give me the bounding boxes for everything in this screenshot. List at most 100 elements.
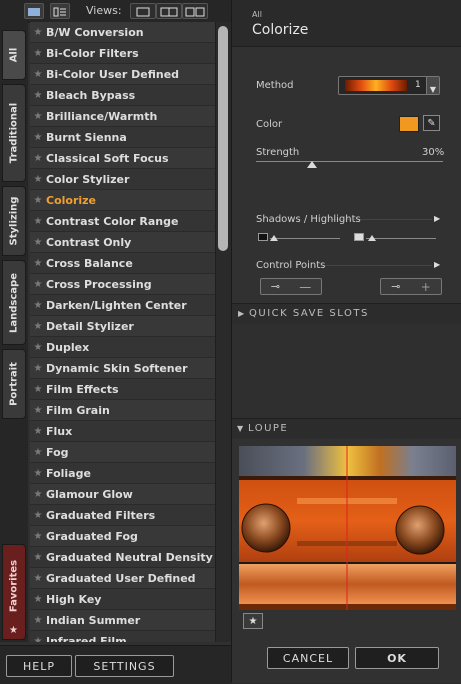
star-icon[interactable]: ★ bbox=[30, 216, 46, 227]
filter-item[interactable]: ★ Duplex bbox=[30, 337, 215, 358]
shadows-slider[interactable] bbox=[270, 238, 340, 239]
ok-button[interactable]: OK bbox=[355, 647, 439, 669]
star-icon[interactable]: ★ bbox=[30, 384, 46, 395]
star-icon[interactable]: ★ bbox=[30, 300, 46, 311]
star-icon[interactable]: ★ bbox=[30, 111, 46, 122]
star-icon[interactable]: ★ bbox=[30, 27, 46, 38]
filter-item[interactable]: ★ Infrared Film bbox=[30, 631, 215, 643]
color-swatch[interactable] bbox=[399, 116, 419, 132]
star-icon[interactable]: ★ bbox=[30, 342, 46, 353]
filter-item[interactable]: ★ Bi-Color User Defined bbox=[30, 64, 215, 85]
star-icon[interactable]: ★ bbox=[30, 237, 46, 248]
filter-item[interactable]: ★ Detail Stylizer bbox=[30, 316, 215, 337]
remove-control-point-icon[interactable]: — bbox=[299, 280, 311, 294]
filter-item[interactable]: ★ Film Grain bbox=[30, 400, 215, 421]
side-by-side-view-icon[interactable] bbox=[182, 3, 208, 19]
filter-list-scrollbar[interactable] bbox=[215, 22, 231, 642]
filter-item[interactable]: ★ Glamour Glow bbox=[30, 484, 215, 505]
eyedropper-icon[interactable]: ✎ bbox=[423, 115, 440, 131]
star-icon[interactable]: ★ bbox=[30, 468, 46, 479]
strength-slider-knob[interactable] bbox=[307, 161, 318, 168]
star-icon[interactable]: ★ bbox=[30, 174, 46, 185]
filter-item[interactable]: ★ Flux bbox=[30, 421, 215, 442]
star-icon[interactable]: ★ bbox=[30, 489, 46, 500]
tab-favorites[interactable]: Favorites ★ bbox=[2, 544, 26, 640]
shadows-slider-knob[interactable] bbox=[270, 235, 278, 241]
filter-item[interactable]: ★ Bleach Bypass bbox=[30, 85, 215, 106]
star-icon: ★ bbox=[9, 625, 18, 636]
filter-item[interactable]: ★ Indian Summer bbox=[30, 610, 215, 631]
highlights-slider[interactable] bbox=[366, 238, 436, 239]
star-icon[interactable]: ★ bbox=[30, 69, 46, 80]
tab-stylizing[interactable]: Stylizing bbox=[2, 186, 26, 256]
star-icon[interactable]: ★ bbox=[30, 321, 46, 332]
filter-item[interactable]: ★ Foliage bbox=[30, 463, 215, 484]
star-icon[interactable]: ★ bbox=[30, 594, 46, 605]
filter-item[interactable]: ★ Graduated Neutral Density bbox=[30, 547, 215, 568]
filter-item[interactable]: ★ Film Effects bbox=[30, 379, 215, 400]
settings-button[interactable]: SETTINGS bbox=[75, 655, 174, 677]
list-view-icon[interactable] bbox=[50, 3, 70, 19]
filter-item[interactable]: ★ Classical Soft Focus bbox=[30, 148, 215, 169]
star-icon[interactable]: ★ bbox=[30, 132, 46, 143]
filter-item[interactable]: ★ Dynamic Skin Softener bbox=[30, 358, 215, 379]
star-icon[interactable]: ★ bbox=[30, 615, 46, 626]
star-icon[interactable]: ★ bbox=[30, 405, 46, 416]
filter-item-label: Graduated Neutral Density bbox=[46, 550, 213, 564]
filter-item[interactable]: ★ Graduated Filters bbox=[30, 505, 215, 526]
help-button[interactable]: HELP bbox=[6, 655, 72, 677]
filter-item[interactable]: ★ Contrast Color Range bbox=[30, 211, 215, 232]
plus-icon[interactable]: + bbox=[421, 280, 431, 294]
star-icon[interactable]: ★ bbox=[30, 510, 46, 521]
chevron-down-icon[interactable]: ▼ bbox=[426, 77, 439, 94]
star-icon[interactable]: ★ bbox=[30, 573, 46, 584]
filter-item[interactable]: ★ Bi-Color Filters bbox=[30, 43, 215, 64]
star-icon[interactable]: ★ bbox=[30, 279, 46, 290]
star-icon[interactable]: ★ bbox=[30, 153, 46, 164]
filter-item[interactable]: ★ Darken/Lighten Center bbox=[30, 295, 215, 316]
star-icon[interactable]: ★ bbox=[30, 90, 46, 101]
tab-all[interactable]: All bbox=[2, 30, 26, 80]
add-control-point-icon[interactable]: ⊸ bbox=[271, 280, 280, 293]
star-icon[interactable]: ★ bbox=[30, 258, 46, 269]
filter-item[interactable]: ★ High Key bbox=[30, 589, 215, 610]
star-icon[interactable]: ★ bbox=[30, 531, 46, 542]
scrollbar-thumb[interactable] bbox=[218, 26, 228, 251]
filter-item-label: Bleach Bypass bbox=[46, 88, 136, 102]
star-icon[interactable]: ★ bbox=[30, 426, 46, 437]
star-icon[interactable]: ★ bbox=[30, 363, 46, 374]
filter-item[interactable]: ★ Burnt Sienna bbox=[30, 127, 215, 148]
expand-arrow-icon[interactable]: ▶ bbox=[434, 214, 440, 223]
method-dropdown[interactable]: 1 ▼ bbox=[338, 76, 440, 95]
star-icon[interactable]: ★ bbox=[30, 48, 46, 59]
filter-item[interactable]: ★ Fog bbox=[30, 442, 215, 463]
add-to-favorites-icon[interactable]: ★ bbox=[243, 613, 263, 629]
star-icon[interactable]: ★ bbox=[30, 195, 46, 206]
filter-item[interactable]: ★ B/W Conversion bbox=[30, 22, 215, 43]
quick-save-slots-header[interactable]: ▶ QUICK SAVE SLOTS bbox=[232, 303, 461, 325]
star-icon[interactable]: ★ bbox=[30, 636, 46, 643]
star-icon[interactable]: ★ bbox=[30, 447, 46, 458]
filter-item[interactable]: ★ Brilliance/Warmth bbox=[30, 106, 215, 127]
star-icon[interactable]: ★ bbox=[30, 552, 46, 563]
filter-item[interactable]: ★ Colorize bbox=[30, 190, 215, 211]
filter-item[interactable]: ★ Cross Balance bbox=[30, 253, 215, 274]
strength-label: Strength bbox=[256, 147, 300, 158]
thumbnail-view-icon[interactable] bbox=[24, 3, 44, 19]
split-view-icon[interactable] bbox=[156, 3, 182, 19]
filter-item[interactable]: ★ Cross Processing bbox=[30, 274, 215, 295]
filter-item[interactable]: ★ Contrast Only bbox=[30, 232, 215, 253]
strength-slider[interactable] bbox=[256, 161, 443, 162]
tab-traditional[interactable]: Traditional bbox=[2, 84, 26, 182]
expand-arrow-icon[interactable]: ▶ bbox=[434, 260, 440, 269]
tab-portrait[interactable]: Portrait bbox=[2, 349, 26, 419]
cancel-button[interactable]: CANCEL bbox=[267, 647, 349, 669]
highlights-slider-knob[interactable] bbox=[368, 235, 376, 241]
add-control-point-2-icon[interactable]: ⊸ bbox=[391, 280, 400, 293]
filter-item[interactable]: ★ Color Stylizer bbox=[30, 169, 215, 190]
tab-landscape[interactable]: Landscape bbox=[2, 260, 26, 345]
single-view-icon[interactable] bbox=[130, 3, 156, 19]
loupe-header[interactable]: ▼ LOUPE bbox=[232, 418, 461, 439]
filter-item[interactable]: ★ Graduated Fog bbox=[30, 526, 215, 547]
filter-item[interactable]: ★ Graduated User Defined bbox=[30, 568, 215, 589]
